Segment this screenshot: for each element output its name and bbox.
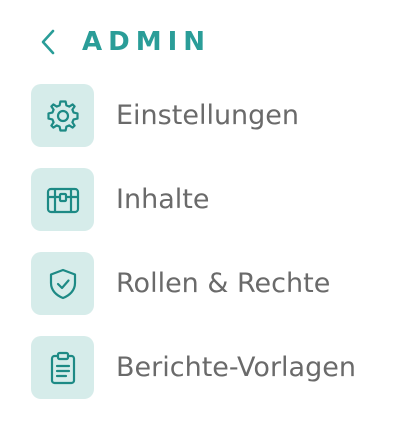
menu-item-berichte-vorlagen[interactable]: Berichte-Vorlagen (31, 336, 411, 399)
menu-item-label: Inhalte (116, 184, 210, 215)
menu-item-label: Einstellungen (116, 100, 300, 131)
shield-check-icon (31, 252, 94, 315)
menu-item-einstellungen[interactable]: Einstellungen (31, 84, 411, 147)
chevron-left-icon[interactable] (40, 28, 62, 56)
clipboard-icon (31, 336, 94, 399)
admin-menu: Einstellungen Inhalte Rollen & Rechte Be… (31, 84, 411, 420)
gear-icon (31, 84, 94, 147)
menu-item-inhalte[interactable]: Inhalte (31, 168, 411, 231)
menu-item-label: Berichte-Vorlagen (116, 352, 356, 383)
menu-item-rollen-rechte[interactable]: Rollen & Rechte (31, 252, 411, 315)
treasure-chest-icon (31, 168, 94, 231)
section-title: ADMIN (82, 27, 212, 57)
admin-back-header[interactable]: ADMIN (40, 22, 211, 62)
menu-item-label: Rollen & Rechte (116, 268, 331, 299)
